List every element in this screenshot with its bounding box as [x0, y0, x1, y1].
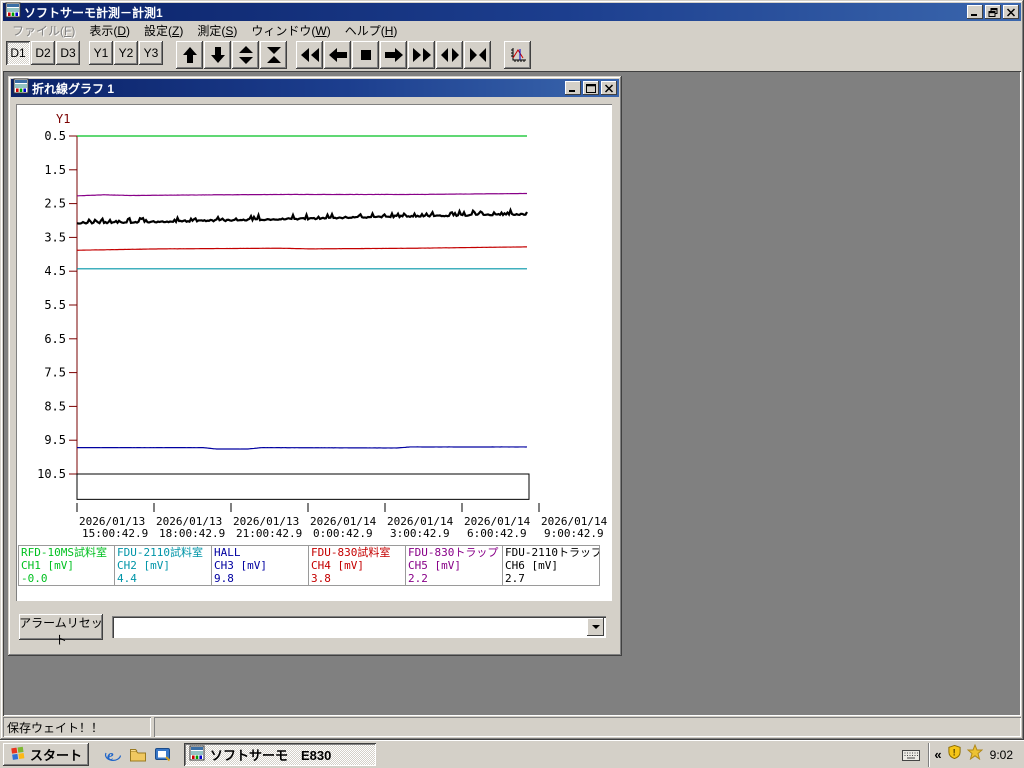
legend-cell-CH4: FDU-830試料室 CH4 [mV] 3.8 — [309, 545, 406, 586]
legend-cell-CH1: RFD-10MS試料室 CH1 [mV] -0.0 — [18, 545, 115, 586]
start-label: スタート — [30, 748, 83, 763]
svg-text:7.5: 7.5 — [44, 366, 66, 380]
svg-text:e: e — [107, 748, 114, 764]
app-title: ソフトサーモ計測－計測1 — [24, 5, 163, 20]
start-button[interactable]: スタート — [3, 743, 90, 766]
alarm-bar: アラームリセット — [19, 614, 619, 647]
compress-horizontal-icon[interactable] — [464, 41, 491, 69]
svg-text:Y1: Y1 — [56, 112, 70, 126]
svg-text:10.5: 10.5 — [37, 467, 66, 481]
internet-explorer-icon[interactable]: e — [102, 744, 124, 766]
keyboard-icon[interactable] — [900, 745, 922, 765]
app-icon — [189, 745, 205, 764]
graph-window-title: 折れ線グラフ 1 — [32, 81, 115, 96]
svg-text:9.5: 9.5 — [44, 433, 66, 447]
svg-text:18:00:42.9: 18:00:42.9 — [159, 527, 225, 540]
scroll-down-icon[interactable] — [204, 41, 231, 69]
status-message: 保存ウェイト！！ — [3, 717, 151, 737]
graph-window-titlebar[interactable]: 折れ線グラフ 1 — [11, 78, 619, 99]
step-right-icon[interactable] — [380, 41, 407, 69]
star-icon[interactable] — [966, 743, 983, 765]
svg-text:4.5: 4.5 — [44, 264, 66, 278]
d2-button[interactable]: D2 — [31, 41, 55, 65]
menu-file[interactable]: ファイル(F) — [5, 20, 82, 41]
app-window: ソフトサーモ計測－計測1 ファイル(F) 表示(D) 設定(Z) 測定(S) ウ… — [0, 0, 1024, 740]
fast-forward-icon[interactable] — [408, 41, 435, 69]
svg-text:5.5: 5.5 — [44, 298, 66, 312]
combo-dropdown-icon[interactable] — [587, 618, 604, 636]
taskbar-app-button[interactable]: ソフトサーモ E830 — [184, 743, 376, 766]
line-chart: Y10.51.52.53.54.55.56.57.58.59.510.52026… — [37, 112, 608, 540]
status-bar: 保存ウェイト！！ — [3, 717, 1021, 737]
svg-text:9:00:42.9: 9:00:42.9 — [544, 527, 604, 540]
maximize-icon[interactable] — [583, 81, 599, 95]
taskbar-app-label: ソフトサーモ E830 — [210, 748, 332, 763]
stop-icon[interactable] — [352, 41, 379, 69]
taskbar-clock[interactable]: 9:02 — [990, 748, 1013, 762]
legend-cell-CH5: FDU-830トラップ CH5 [mV] 2.2 — [406, 545, 503, 586]
graph-display-icon[interactable] — [504, 41, 531, 69]
svg-text:0.5: 0.5 — [44, 129, 66, 143]
chart-legend: RFD-10MS試料室 CH1 [mV] -0.0 FDU-2110試料室 CH2 [m… — [18, 545, 612, 586]
system-tray: « ! 9:02 — [928, 743, 1021, 767]
alarm-combobox[interactable] — [112, 616, 606, 638]
fast-backward-icon[interactable] — [296, 41, 323, 69]
legend-cell-CH6: FDU-2110トラップ CH6 [mV] 2.7 — [503, 545, 600, 586]
expand-vertical-icon[interactable] — [232, 41, 259, 69]
minimize-icon[interactable] — [565, 81, 581, 95]
y2-button[interactable]: Y2 — [114, 41, 138, 65]
chart-panel: Y1 0.5 1.5 2.5 3.5 4.5 5.5 6.5 7.5 8.5 9.5 10.5 2026… — [16, 104, 612, 601]
svg-text:2.5: 2.5 — [44, 197, 66, 211]
security-shield-icon[interactable]: ! — [947, 744, 962, 765]
menu-measure[interactable]: 測定(S) — [190, 20, 244, 41]
menu-settings[interactable]: 設定(Z) — [137, 20, 190, 41]
graph-window-icon — [13, 78, 29, 99]
menu-bar: ファイル(F) 表示(D) 設定(Z) 測定(S) ウィンドウ(W) ヘルプ(H… — [3, 21, 1021, 40]
d1-button[interactable]: D1 — [6, 41, 30, 65]
mdi-area: 折れ線グラフ 1 Y1 0.5 1.5 2.5 3.5 4.5 5.5 6.5 7.5 8.5 9.… — [3, 71, 1021, 716]
legend-cell-CH2: FDU-2110試料室 CH2 [mV] 4.4 — [115, 545, 212, 586]
series-CH6 — [76, 207, 528, 225]
scroll-up-icon[interactable] — [176, 41, 203, 69]
graph-window: 折れ線グラフ 1 Y1 0.5 1.5 2.5 3.5 4.5 5.5 6.5 7.5 8.5 9.… — [8, 76, 622, 656]
close-icon[interactable] — [601, 81, 617, 95]
close-icon[interactable] — [1003, 5, 1019, 19]
legend-cell-CH3: HALL CH3 [mV] 9.8 — [212, 545, 309, 586]
status-panel-2 — [154, 717, 1021, 737]
svg-text:!: ! — [952, 747, 955, 757]
folder-icon[interactable] — [127, 744, 149, 766]
svg-text:0:00:42.9: 0:00:42.9 — [313, 527, 373, 540]
svg-text:6:00:42.9: 6:00:42.9 — [467, 527, 527, 540]
y3-button[interactable]: Y3 — [139, 41, 163, 65]
svg-text:3.5: 3.5 — [44, 230, 66, 244]
tray-expand-chevron[interactable]: « — [934, 747, 941, 762]
series-CH4 — [76, 246, 528, 251]
svg-text:15:00:42.9: 15:00:42.9 — [82, 527, 148, 540]
taskbar: スタート e ソフトサーモ E830 « ! 9:02 — [0, 740, 1024, 768]
toolbar: D1 D2 D3 Y1 Y2 Y3 — [3, 40, 1021, 71]
alarm-reset-button[interactable]: アラームリセット — [19, 614, 103, 647]
svg-text:1.5: 1.5 — [44, 163, 66, 177]
menu-window[interactable]: ウィンドウ(W) — [244, 20, 337, 41]
step-left-icon[interactable] — [324, 41, 351, 69]
svg-text:3:00:42.9: 3:00:42.9 — [390, 527, 450, 540]
menu-view[interactable]: 表示(D) — [82, 20, 137, 41]
series-CH3 — [76, 446, 528, 450]
windows-logo-icon — [10, 745, 26, 764]
restore-icon[interactable] — [985, 5, 1001, 19]
expand-horizontal-icon[interactable] — [436, 41, 463, 69]
y1-button[interactable]: Y1 — [89, 41, 113, 65]
svg-text:21:00:42.9: 21:00:42.9 — [236, 527, 302, 540]
app-titlebar[interactable]: ソフトサーモ計測－計測1 — [3, 2, 1021, 21]
d3-button[interactable]: D3 — [56, 41, 80, 65]
svg-text:8.5: 8.5 — [44, 399, 66, 413]
minimize-icon[interactable] — [967, 5, 983, 19]
menu-help[interactable]: ヘルプ(H) — [338, 20, 405, 41]
compress-vertical-icon[interactable] — [260, 41, 287, 69]
show-desktop-icon[interactable] — [152, 744, 174, 766]
svg-text:6.5: 6.5 — [44, 332, 66, 346]
series-CH5 — [76, 192, 528, 197]
